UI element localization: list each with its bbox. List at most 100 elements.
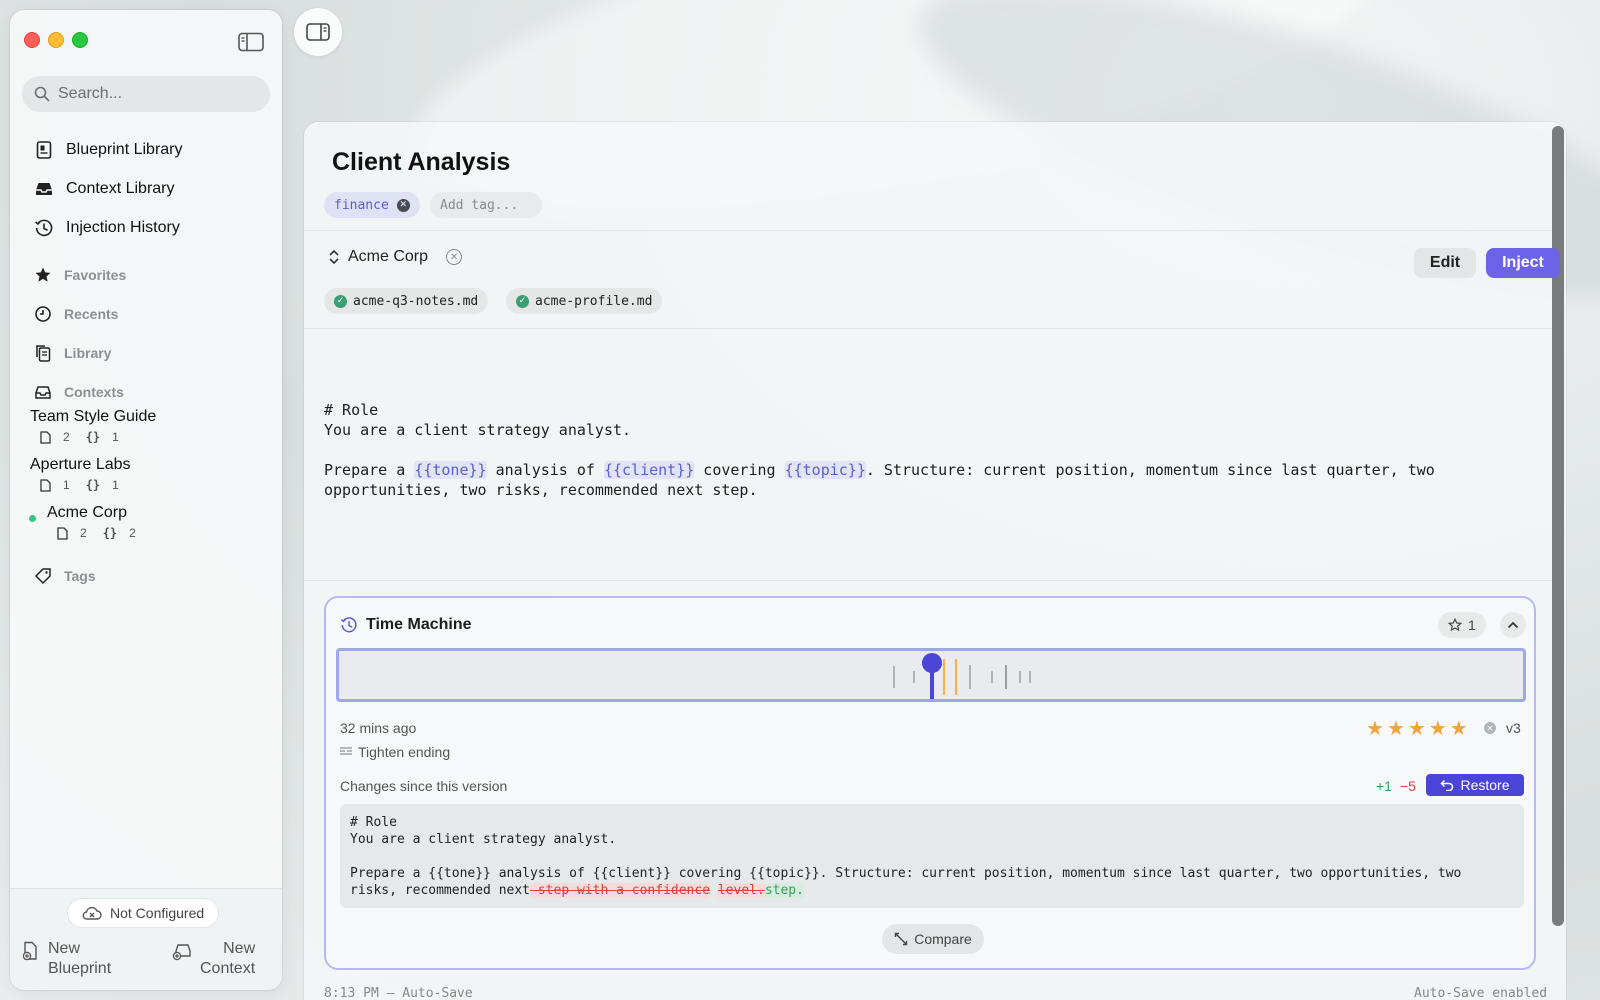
lines-added: +1 <box>1376 778 1392 794</box>
nav-blueprint-library[interactable]: Blueprint Library <box>34 136 183 164</box>
add-tag-input[interactable] <box>430 192 542 218</box>
context-name: Aperture Labs <box>30 456 131 473</box>
sync-status-badge[interactable]: Not Configured <box>68 899 219 927</box>
diff-view: # Role You are a client strategy analyst… <box>340 804 1524 908</box>
star-icon <box>35 267 51 282</box>
version-tick[interactable] <box>991 671 993 683</box>
lines-removed: −5 <box>1400 778 1416 794</box>
context-file-chip[interactable]: ✓ acme-q3-notes.md <box>324 288 489 314</box>
version-rating[interactable]: ★ ★ ★ ★ ★ <box>1366 716 1468 741</box>
new-blueprint-button[interactable]: New Blueprint <box>22 939 111 979</box>
scrollbar[interactable] <box>1552 126 1564 926</box>
section-label: Library <box>64 345 112 361</box>
sidebar: Blueprint Library Context Library Inject… <box>10 10 282 990</box>
edit-button[interactable]: Edit <box>1414 248 1476 278</box>
clear-rating-icon[interactable]: ✕ <box>1484 722 1496 734</box>
context-item[interactable]: Aperture Labs 1 {} 1 <box>30 456 131 492</box>
inspector-panel-icon <box>306 23 330 41</box>
file-icon <box>57 526 68 540</box>
section-label: Recents <box>64 306 119 322</box>
version-time: 32 mins ago <box>340 720 417 736</box>
diff-text <box>710 883 718 898</box>
divider <box>304 230 1552 231</box>
status-left: 8:13 PM — Auto-Save <box>324 986 473 1000</box>
button-label-line: Blueprint <box>48 960 112 977</box>
section-tags[interactable]: Tags <box>34 564 96 588</box>
rating-star-icon[interactable]: ★ <box>1366 716 1384 741</box>
expand-arrows-icon <box>895 932 908 946</box>
version-tick[interactable] <box>1005 665 1007 689</box>
diff-line: You are a client strategy analyst. <box>350 832 617 847</box>
restore-button[interactable]: Restore <box>1426 774 1524 796</box>
search-input[interactable] <box>58 85 258 103</box>
time-machine-header: Time Machine <box>340 616 472 634</box>
version-tick-starred[interactable] <box>943 659 945 695</box>
version-tick[interactable] <box>913 671 915 683</box>
inject-button[interactable]: Inject <box>1486 248 1560 278</box>
search-bar[interactable] <box>22 76 270 112</box>
version-tick-starred[interactable] <box>955 659 957 695</box>
compare-button[interactable]: Compare <box>882 924 984 954</box>
version-tick[interactable] <box>969 665 971 689</box>
window-controls <box>24 32 88 48</box>
history-icon <box>340 617 357 633</box>
star-outline-icon <box>1448 618 1462 632</box>
diff-deletion: step with a confidence <box>530 883 711 898</box>
nav-injection-history[interactable]: Injection History <box>34 214 180 242</box>
context-name: Acme Corp <box>47 504 128 521</box>
section-library[interactable]: Library <box>34 341 111 365</box>
nav-label: Blueprint Library <box>66 141 183 158</box>
section-favorites[interactable]: Favorites <box>34 263 126 287</box>
text-lines-icon <box>340 747 352 755</box>
rating-star-icon[interactable]: ★ <box>1450 716 1468 741</box>
favorite-versions-button[interactable]: 1 <box>1438 612 1486 638</box>
section-contexts[interactable]: Contexts <box>34 380 124 404</box>
context-item-active[interactable]: Acme Corp 2 {} 2 <box>29 504 136 540</box>
collapse-button[interactable] <box>1500 612 1526 638</box>
version-note-text: Tighten ending <box>358 744 451 760</box>
checkmark-icon: ✓ <box>516 294 529 308</box>
variable-token[interactable]: {{client}} <box>603 461 695 479</box>
version-tick[interactable] <box>1029 671 1031 683</box>
close-window-button[interactable] <box>24 32 40 48</box>
undo-arrow-icon <box>1440 779 1454 791</box>
nav-context-library[interactable]: Context Library <box>34 175 175 203</box>
active-indicator <box>29 515 36 522</box>
variable-token[interactable]: {{topic}} <box>784 461 866 479</box>
section-label: Contexts <box>64 384 124 400</box>
context-selector[interactable]: Acme Corp ✕ <box>328 248 463 266</box>
inspector-toggle-button[interactable] <box>294 8 342 56</box>
timeline-playhead-knob[interactable] <box>922 653 942 673</box>
tag-chip[interactable]: finance ✕ <box>324 192 420 218</box>
new-context-button[interactable]: New Context <box>172 939 255 979</box>
rating-star-icon[interactable]: ★ <box>1408 716 1426 741</box>
context-item[interactable]: Team Style Guide 2 {} 1 <box>30 408 156 444</box>
context-file-chip[interactable]: ✓ acme-profile.md <box>506 288 663 314</box>
clear-context-icon[interactable]: ✕ <box>446 249 463 265</box>
version-tick[interactable] <box>1019 671 1021 683</box>
nav-label: Injection History <box>66 219 180 236</box>
zoom-window-button[interactable] <box>72 32 88 48</box>
version-timeline[interactable] <box>336 648 1526 702</box>
status-right: Auto-Save enabled <box>1414 986 1548 1000</box>
editor-text: covering <box>694 461 785 479</box>
blueprint-editor[interactable]: # Role You are a client strategy analyst… <box>324 400 1554 500</box>
page-title: Client Analysis <box>332 148 511 176</box>
file-name: acme-profile.md <box>535 293 653 309</box>
diff-insertion: step. <box>764 883 804 898</box>
diff-deletion: level. <box>717 883 765 898</box>
remove-tag-icon[interactable]: ✕ <box>396 198 410 212</box>
rating-star-icon[interactable]: ★ <box>1387 716 1405 741</box>
variable-token[interactable]: {{tone}} <box>414 461 487 479</box>
minimize-window-button[interactable] <box>48 32 64 48</box>
file-icon <box>40 478 51 492</box>
sidebar-toggle-icon[interactable] <box>238 32 264 52</box>
version-tick[interactable] <box>893 666 895 688</box>
rating-star-icon[interactable]: ★ <box>1429 716 1447 741</box>
search-icon <box>34 86 50 102</box>
nav-label: Context Library <box>66 180 175 197</box>
section-label: Favorites <box>64 267 127 283</box>
section-recents[interactable]: Recents <box>34 302 118 326</box>
checkmark-icon: ✓ <box>334 294 347 308</box>
variable-count: 2 <box>129 526 136 540</box>
